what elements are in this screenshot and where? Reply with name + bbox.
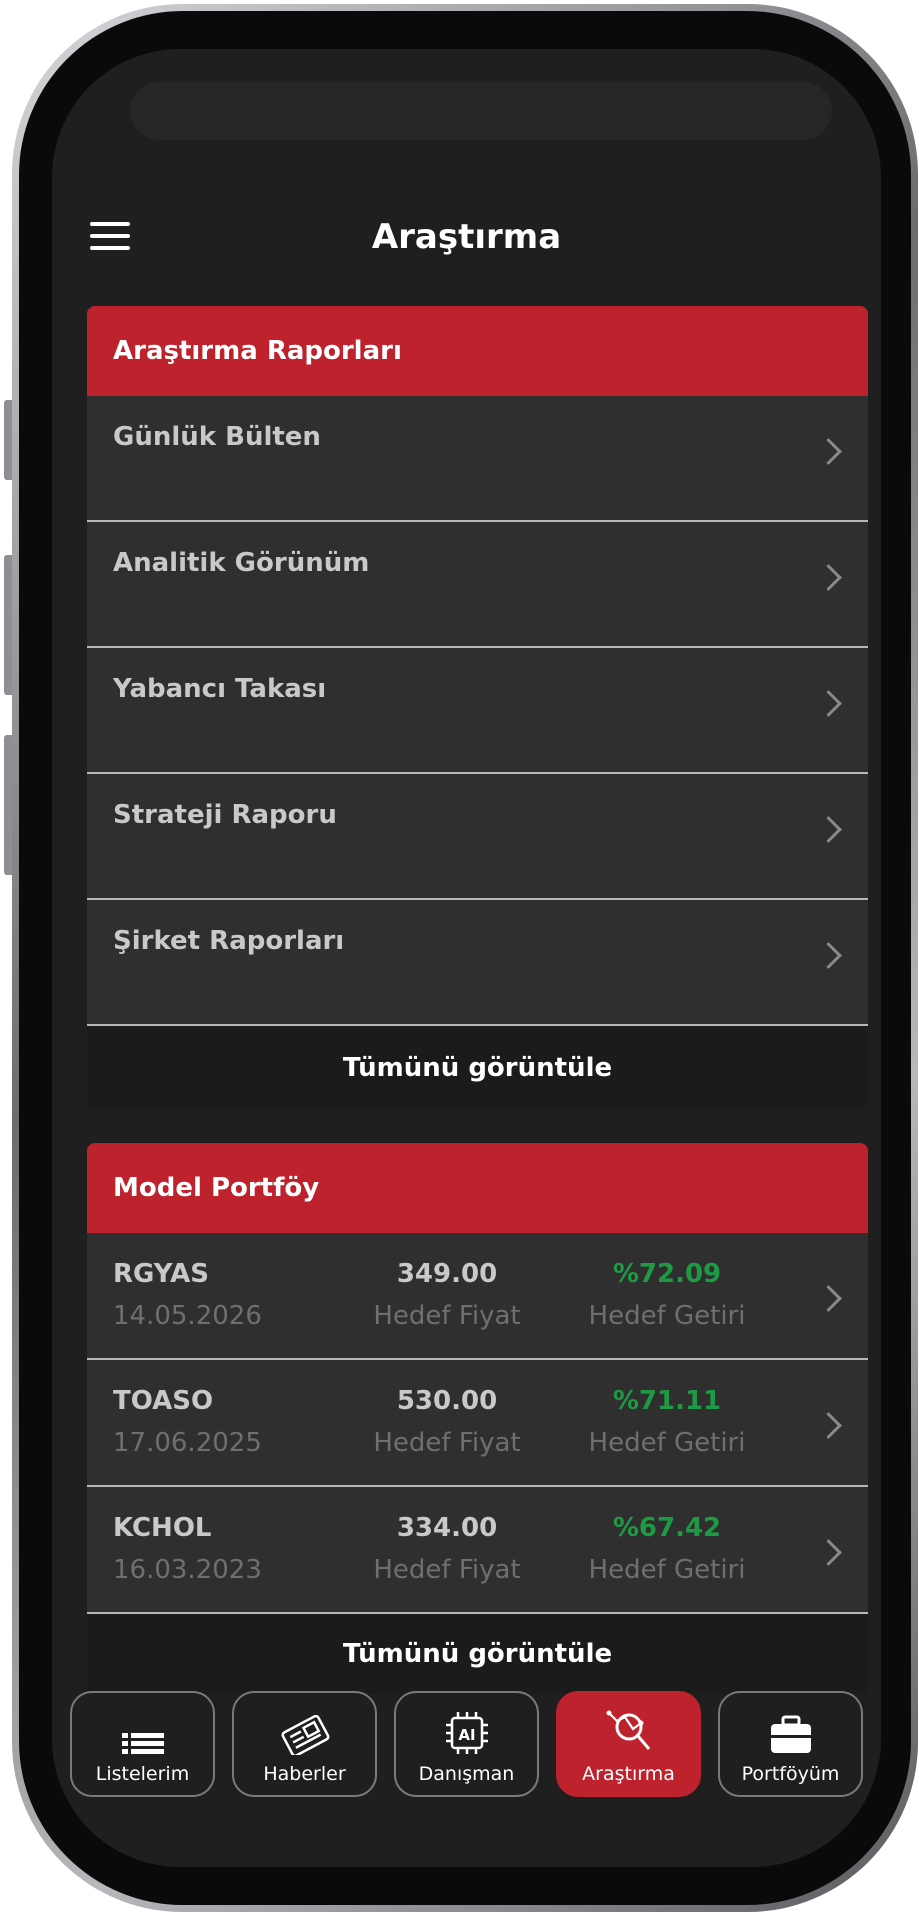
tab-portfoyum[interactable]: Portföyüm	[718, 1691, 863, 1797]
target-return-label: Hedef Getiri	[588, 1555, 746, 1585]
report-item-foreign-custody[interactable]: Yabancı Takası	[87, 648, 868, 774]
chevron-right-icon	[815, 942, 842, 969]
briefcase-icon	[770, 1715, 811, 1753]
target-return: %71.11	[612, 1386, 722, 1416]
target-price: 334.00	[396, 1513, 498, 1543]
stock-date: 14.05.2026	[113, 1301, 262, 1331]
chevron-right-icon	[815, 816, 842, 843]
report-item-daily-bulletin[interactable]: Günlük Bülten	[87, 396, 868, 522]
ai-chip-icon: AI	[445, 1712, 488, 1754]
chevron-right-icon	[815, 438, 842, 465]
stock-date: 16.03.2023	[113, 1555, 262, 1585]
svg-text:AI: AI	[458, 1726, 475, 1744]
target-return-label: Hedef Getiri	[588, 1428, 746, 1458]
stock-symbol: KCHOL	[113, 1513, 212, 1543]
chevron-right-icon	[815, 564, 842, 591]
target-price-label: Hedef Fiyat	[373, 1555, 521, 1585]
stock-symbol: RGYAS	[113, 1259, 209, 1289]
top-bar: Araştırma	[52, 187, 881, 287]
report-item-label: Yabancı Takası	[113, 674, 327, 704]
research-reports-card: Araştırma Raporları Günlük Bülten Analit…	[87, 306, 868, 1109]
target-return: %72.09	[612, 1259, 722, 1289]
tab-label: Haberler	[263, 1763, 346, 1785]
app-screen: Araştırma Araştırma Raporları Günlük Bül…	[52, 49, 881, 1867]
report-item-label: Günlük Bülten	[113, 422, 321, 452]
report-item-company-reports[interactable]: Şirket Raporları	[87, 900, 868, 1026]
stock-date: 17.06.2025	[113, 1428, 262, 1458]
target-price: 349.00	[396, 1259, 498, 1289]
target-return: %67.42	[612, 1513, 722, 1543]
target-price-label: Hedef Fiyat	[373, 1301, 521, 1331]
portfolio-row[interactable]: TOASO 17.06.2025 530.00 Hedef Fiyat %71.…	[87, 1360, 868, 1487]
portfolio-row[interactable]: RGYAS 14.05.2026 349.00 Hedef Fiyat %72.…	[87, 1233, 868, 1360]
report-item-label: Strateji Raporu	[113, 800, 337, 830]
stock-symbol: TOASO	[113, 1386, 214, 1416]
target-price-label: Hedef Fiyat	[373, 1428, 521, 1458]
tab-label: Danışman	[418, 1763, 515, 1785]
page-title: Araştırma	[371, 217, 562, 257]
research-magnifier-icon	[606, 1710, 650, 1750]
target-return-label: Hedef Getiri	[588, 1301, 746, 1331]
portfolio-row[interactable]: KCHOL 16.03.2023 334.00 Hedef Fiyat %67.…	[87, 1487, 868, 1614]
model-portfolio-card: Model Portföy RGYAS 14.05.2026 349.00 He…	[87, 1143, 868, 1694]
report-item-label: Şirket Raporları	[113, 926, 345, 956]
phone-bezel: Araştırma Araştırma Raporları Günlük Bül…	[19, 11, 911, 1905]
tab-listelerim[interactable]: Listelerim	[70, 1691, 215, 1797]
chevron-right-icon	[815, 1539, 842, 1566]
research-reports-header: Araştırma Raporları	[87, 306, 868, 396]
newspaper-icon	[281, 1715, 329, 1755]
portfolio-view-all-button[interactable]: Tümünü görüntüle	[87, 1614, 868, 1694]
tab-label: Portföyüm	[741, 1763, 840, 1785]
tab-haberler[interactable]: Haberler	[232, 1691, 377, 1797]
target-price: 530.00	[396, 1386, 498, 1416]
chevron-right-icon	[815, 1412, 842, 1439]
tab-label: Araştırma	[582, 1763, 675, 1785]
chevron-right-icon	[815, 1285, 842, 1312]
report-item-strategy-report[interactable]: Strateji Raporu	[87, 774, 868, 900]
tab-label: Listelerim	[95, 1763, 190, 1785]
dynamic-island	[130, 82, 832, 140]
report-item-label: Analitik Görünüm	[113, 548, 370, 578]
phone-frame: Araştırma Araştırma Raporları Günlük Bül…	[12, 4, 918, 1912]
reports-view-all-button[interactable]: Tümünü görüntüle	[87, 1026, 868, 1109]
model-portfolio-header: Model Portföy	[87, 1143, 868, 1233]
tab-danisman[interactable]: AI Danışman	[394, 1691, 539, 1797]
report-item-analytic-view[interactable]: Analitik Görünüm	[87, 522, 868, 648]
list-icon	[121, 1733, 164, 1754]
bottom-tab-bar: Listelerim Haberler AI Danışman Araştırm…	[70, 1691, 870, 1801]
tab-arastirma[interactable]: Araştırma	[556, 1691, 701, 1797]
chevron-right-icon	[815, 690, 842, 717]
hamburger-menu-icon[interactable]	[90, 222, 130, 250]
